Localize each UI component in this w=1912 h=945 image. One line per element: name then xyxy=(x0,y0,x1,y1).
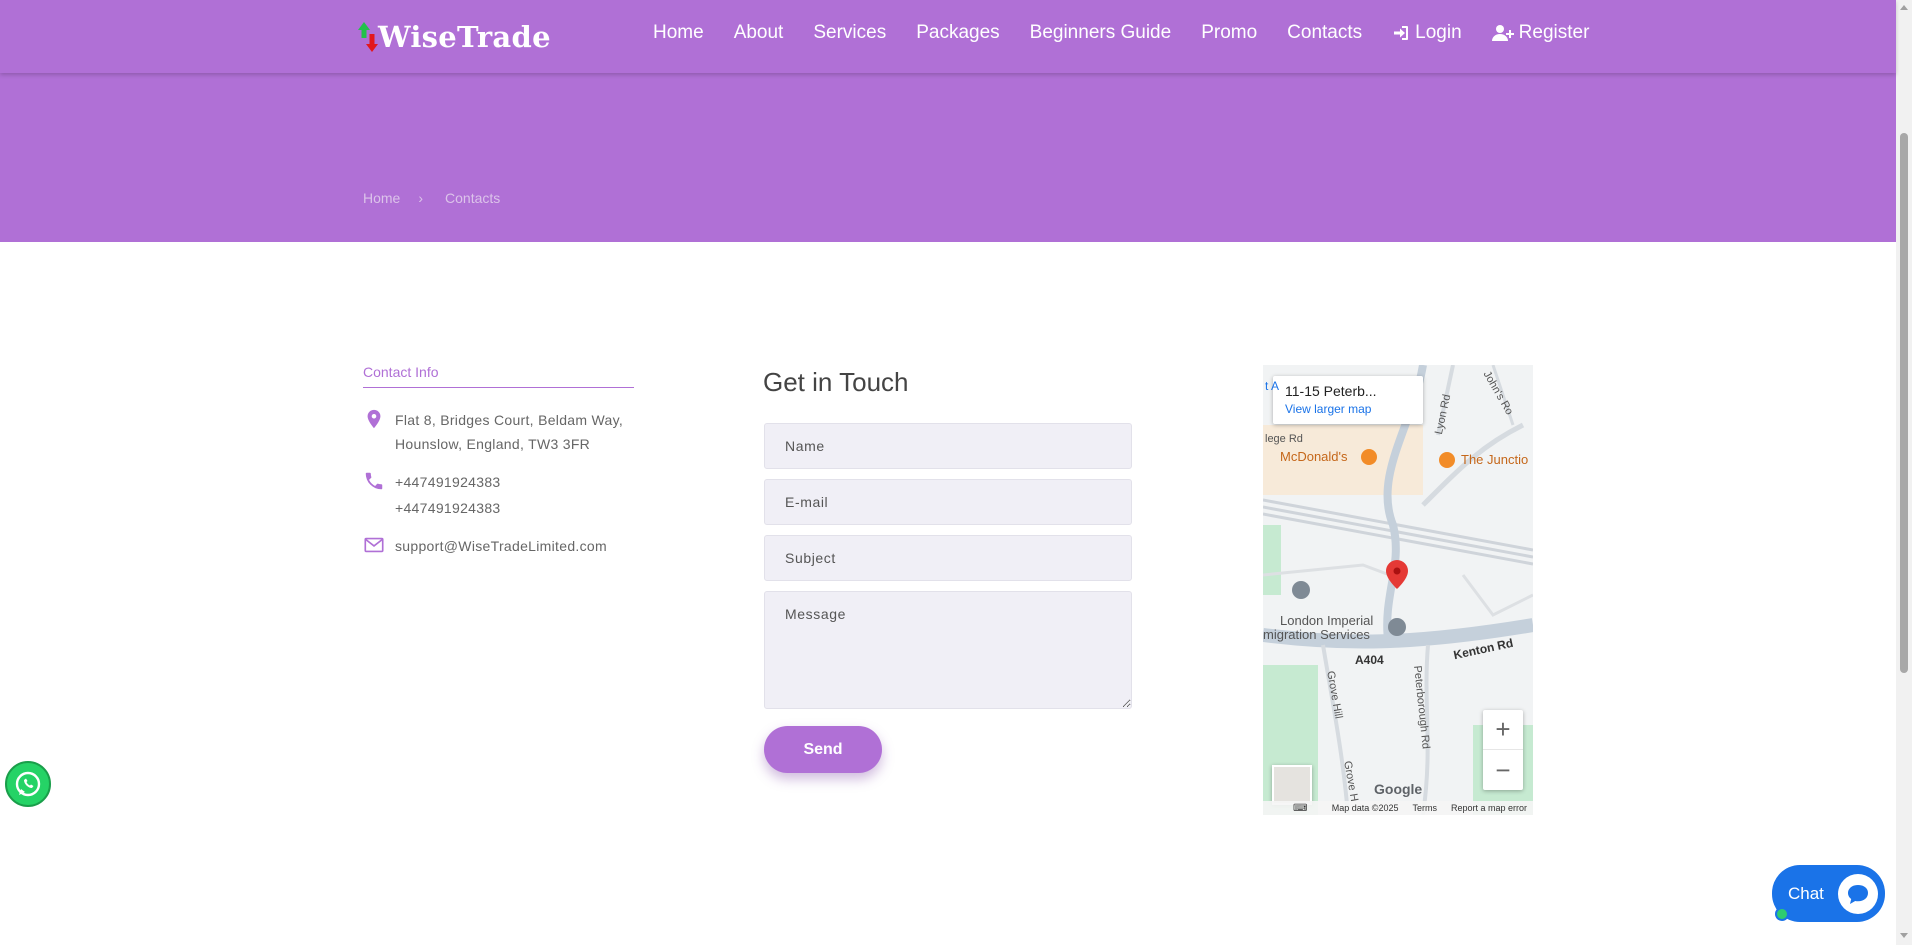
phone-icon xyxy=(365,472,383,490)
nav-register-label: Register xyxy=(1518,22,1590,43)
send-button[interactable]: Send xyxy=(764,726,882,773)
map-label-immigration: migration Services xyxy=(1263,627,1370,642)
breadcrumb-home[interactable]: Home xyxy=(363,190,400,206)
nav-promo-label: Promo xyxy=(1201,22,1258,43)
view-larger-map-link[interactable]: View larger map xyxy=(1285,402,1411,416)
keyboard-shortcuts-icon[interactable]: ⌨ xyxy=(1293,803,1307,814)
breadcrumb-separator-icon: › xyxy=(418,190,424,206)
main-nav: Home About Services Packages Beginners G… xyxy=(653,22,1589,44)
nav-login-label: Login xyxy=(1415,22,1462,43)
nav-home-label: Home xyxy=(653,22,704,43)
map-layers-button[interactable] xyxy=(1272,765,1312,805)
nav-about[interactable]: About xyxy=(734,22,784,44)
map-place-title: 11-15 Peterb... xyxy=(1285,383,1377,399)
nav-about-label: About xyxy=(733,22,784,43)
school-marker-icon[interactable] xyxy=(1292,581,1310,599)
nav-beginners-guide-label: Beginners Guide xyxy=(1029,22,1172,43)
get-in-touch-title: Get in Touch xyxy=(763,367,909,397)
top-navbar: WiseTrade Home About Services Packages B… xyxy=(0,0,1896,73)
nav-packages-label: Packages xyxy=(916,22,1000,43)
phone-row: +447491924383 +447491924383 xyxy=(363,470,634,520)
map-label-a404: A404 xyxy=(1355,653,1384,667)
scroll-up-arrow-icon[interactable] xyxy=(1900,5,1908,10)
nav-services-label: Services xyxy=(813,22,887,43)
nav-packages[interactable]: Packages xyxy=(916,22,999,44)
nav-login[interactable]: Login xyxy=(1392,22,1462,44)
page-header-banner xyxy=(0,73,1896,242)
user-plus-icon xyxy=(1491,25,1514,41)
breadcrumb-current: Contacts xyxy=(445,190,501,206)
zoom-out-button[interactable]: − xyxy=(1483,750,1523,790)
message-field[interactable] xyxy=(764,591,1132,709)
report-map-error-link[interactable]: Report a map error xyxy=(1451,803,1527,813)
nav-promo[interactable]: Promo xyxy=(1201,22,1257,44)
nav-contacts[interactable]: Contacts xyxy=(1287,22,1362,44)
nav-services[interactable]: Services xyxy=(813,22,886,44)
chat-widget-button[interactable]: Chat xyxy=(1772,865,1885,922)
map-label-college-rd: lege Rd xyxy=(1265,433,1303,445)
phone-number-1[interactable]: +447491924383 xyxy=(395,470,501,494)
mail-icon xyxy=(364,537,384,553)
map-footer: ⌨ Map data ©2025 Terms Report a map erro… xyxy=(1263,801,1533,815)
map-terms-link[interactable]: Terms xyxy=(1412,803,1437,813)
subject-field[interactable] xyxy=(764,535,1132,581)
chat-bubble-icon xyxy=(1838,874,1878,914)
page-scrollbar[interactable] xyxy=(1896,0,1912,945)
online-status-dot xyxy=(1775,907,1789,921)
map-zoom-controls: + − xyxy=(1483,710,1523,790)
brand-logo[interactable]: WiseTrade xyxy=(354,20,551,54)
address-line-1: Flat 8, Bridges Court, Beldam Way, xyxy=(395,412,624,428)
location-map[interactable]: 11-15 Peterb... View larger map t A lege… xyxy=(1263,365,1533,815)
zoom-in-button[interactable]: + xyxy=(1483,710,1523,750)
scroll-down-arrow-icon[interactable] xyxy=(1900,933,1908,938)
map-label-london-imperial: London Imperial xyxy=(1280,613,1374,628)
map-data-text: Map data ©2025 xyxy=(1331,803,1399,813)
address-row: Flat 8, Bridges Court, Beldam Way, Houns… xyxy=(363,408,634,456)
map-label-junction: The Junctio xyxy=(1461,452,1529,467)
contact-info-title: Contact Info xyxy=(363,364,634,388)
breadcrumb: Home › Contacts xyxy=(363,190,500,206)
chat-label: Chat xyxy=(1788,883,1824,903)
junction-marker-icon[interactable] xyxy=(1439,452,1455,468)
address-line-2: Hounslow, England, TW3 3FR xyxy=(395,436,591,452)
google-logo: Google xyxy=(1374,781,1423,797)
scrollbar-thumb[interactable] xyxy=(1900,133,1908,673)
whatsapp-button[interactable] xyxy=(5,761,51,807)
login-icon xyxy=(1394,26,1409,40)
email-address[interactable]: support@WiseTradeLimited.com xyxy=(395,534,607,558)
whatsapp-icon xyxy=(15,771,41,797)
phone-number-2[interactable]: +447491924383 xyxy=(395,496,501,520)
email-row: support@WiseTradeLimited.com xyxy=(363,534,634,558)
contact-info: Contact Info Flat 8, Bridges Court, Beld… xyxy=(363,364,634,558)
map-place-card: 11-15 Peterb... View larger map xyxy=(1273,376,1423,424)
map-label-mcdonalds: McDonald's xyxy=(1280,449,1348,464)
poi-marker-icon[interactable] xyxy=(1388,618,1406,636)
name-field[interactable] xyxy=(764,423,1132,469)
brand-name: WiseTrade xyxy=(378,20,551,54)
map-label-edge: t A xyxy=(1265,379,1280,393)
nav-contacts-label: Contacts xyxy=(1287,22,1363,43)
nav-register[interactable]: Register xyxy=(1491,22,1590,44)
location-pin-icon xyxy=(367,409,381,429)
nav-home[interactable]: Home xyxy=(653,22,704,44)
nav-beginners-guide[interactable]: Beginners Guide xyxy=(1030,22,1172,44)
mcdonalds-marker-icon[interactable] xyxy=(1361,449,1377,465)
email-field[interactable] xyxy=(764,479,1132,525)
